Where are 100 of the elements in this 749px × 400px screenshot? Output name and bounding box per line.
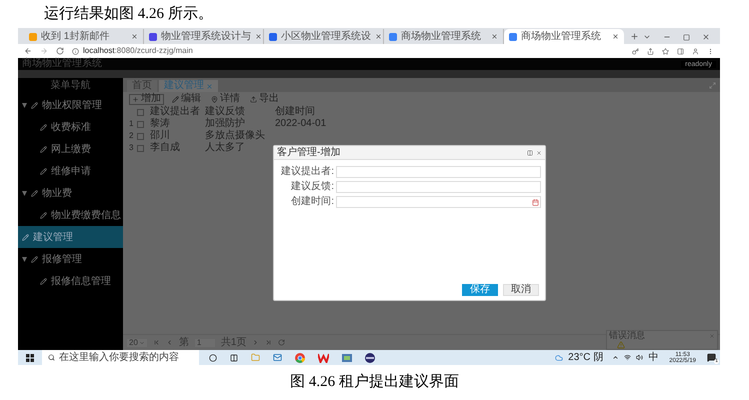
browser-icon[interactable]: [295, 352, 305, 362]
next-page-icon[interactable]: [252, 339, 260, 346]
table-cell: 多放点摄像头: [205, 130, 265, 141]
volume-icon[interactable]: [636, 354, 644, 361]
sidebar-item[interactable]: 维修申请: [18, 160, 123, 182]
table-cell: 人太多了: [205, 142, 245, 153]
input-field[interactable]: [336, 166, 541, 178]
menu-icon[interactable]: [707, 48, 714, 54]
close-icon[interactable]: [612, 33, 619, 40]
intro-text: 运行结果如图 4.26 所示。: [44, 4, 213, 24]
sidebar-item[interactable]: 物业权限管理: [18, 94, 123, 116]
sidebar-item[interactable]: 报修管理: [18, 248, 123, 270]
mail-icon[interactable]: [273, 353, 282, 362]
weather-text[interactable]: 23°C 阴: [568, 352, 604, 362]
pencil-icon: [31, 190, 38, 196]
favicon-icon: [269, 32, 277, 40]
reload-icon[interactable]: [56, 47, 64, 55]
pencil-icon: [31, 256, 38, 262]
new-tab-icon[interactable]: [630, 32, 639, 41]
task-view-icon[interactable]: [230, 354, 238, 362]
table-cell: 黎涛: [150, 118, 170, 129]
close-icon[interactable]: [255, 33, 262, 40]
browser-tab[interactable]: 商场物业管理系统: [504, 29, 624, 44]
side-panel-icon[interactable]: [677, 48, 684, 54]
row-number: 2: [128, 132, 134, 140]
checkbox[interactable]: [137, 108, 144, 116]
network-icon[interactable]: [624, 354, 632, 361]
close-icon[interactable]: [536, 150, 542, 156]
favicon-icon: [29, 32, 37, 40]
column-header[interactable]: 创建时间: [275, 106, 315, 117]
profile-icon[interactable]: [692, 48, 699, 54]
sidebar-item[interactable]: 物业费: [18, 182, 123, 204]
first-page-icon[interactable]: [152, 339, 160, 346]
maximize-icon[interactable]: [527, 150, 533, 156]
column-header[interactable]: 建议反馈: [205, 106, 245, 117]
pencil-icon: [40, 146, 47, 152]
search-icon: [48, 354, 55, 361]
share-icon[interactable]: [647, 48, 654, 54]
popup-title: 错误消息: [609, 332, 645, 340]
toolbar-button[interactable]: 详情: [209, 94, 242, 104]
toolbar-button[interactable]: 导出: [248, 94, 281, 104]
toolbar-icon: [250, 96, 257, 102]
tab-list-icon[interactable]: [643, 33, 651, 41]
star-icon[interactable]: [662, 48, 669, 54]
sidebar-item[interactable]: 建议管理: [18, 226, 123, 248]
page-size-select[interactable]: 20: [127, 338, 147, 346]
close-icon[interactable]: [702, 33, 710, 41]
warning-icon: [617, 341, 625, 349]
toolbar-icon: [211, 96, 218, 102]
field-label: 建议提出者:: [281, 167, 334, 177]
dialog-title: 客户管理-增加: [277, 148, 340, 158]
close-icon[interactable]: [131, 33, 138, 40]
office-app-icon[interactable]: [318, 352, 329, 362]
column-header[interactable]: 建议提出者: [150, 106, 200, 117]
page-field[interactable]: 1: [194, 338, 215, 346]
checkbox[interactable]: [137, 144, 144, 152]
refresh-icon[interactable]: [278, 339, 286, 346]
row-number: 3: [128, 144, 134, 152]
taskbar-search-field[interactable]: 在这里输入你要搜索的内容: [42, 350, 199, 365]
sidebar-item[interactable]: 收费标准: [18, 116, 123, 138]
pencil-icon: [22, 234, 29, 240]
figure-caption: 图 4.26 租户提出建议界面: [290, 372, 459, 392]
weather-icon[interactable]: [555, 354, 564, 362]
checkbox[interactable]: [137, 132, 144, 140]
date-field[interactable]: [336, 196, 541, 208]
app-icon[interactable]: [365, 352, 375, 362]
restore-icon[interactable]: [683, 34, 690, 40]
sidebar-item[interactable]: 物业费缴费信息: [18, 204, 123, 226]
toolbar-button[interactable]: 编辑: [170, 94, 203, 104]
checkbox[interactable]: [137, 120, 144, 128]
back-icon[interactable]: [24, 47, 32, 55]
last-page-icon[interactable]: [265, 339, 272, 346]
pencil-icon: [40, 124, 47, 130]
input-method-indicator[interactable]: 中: [648, 352, 658, 362]
field-label: 建议反馈:: [291, 182, 334, 192]
pencil-icon: [40, 168, 47, 174]
cancel-button[interactable]: 取消: [503, 284, 539, 296]
sidebar-item[interactable]: 网上缴费: [18, 138, 123, 160]
input-field[interactable]: [336, 181, 541, 193]
table-cell: 李自成: [150, 142, 180, 153]
cortana-icon[interactable]: [209, 354, 217, 362]
close-icon[interactable]: [375, 33, 382, 40]
sidebar-item[interactable]: 报修信息管理: [18, 270, 123, 292]
toolbar-icon: [132, 96, 139, 102]
app-title: 商场物业管理系统: [22, 59, 102, 69]
save-button[interactable]: 保存: [462, 284, 498, 296]
info-icon[interactable]: [72, 48, 79, 54]
sidebar-title: 菜单导航: [50, 81, 90, 91]
table-cell: 邵川: [150, 130, 170, 141]
calendar-icon[interactable]: [532, 198, 539, 206]
close-icon[interactable]: [491, 33, 498, 40]
toolbar-icon: [172, 96, 179, 102]
previous-page-icon[interactable]: [166, 339, 173, 346]
key-icon[interactable]: [632, 48, 639, 54]
favicon-icon: [509, 32, 517, 40]
tray-expand-icon[interactable]: [612, 354, 620, 361]
windows-icon[interactable]: [26, 354, 34, 362]
pencil-icon: [40, 278, 47, 284]
toolbar-button[interactable]: 增加: [129, 94, 164, 104]
pencil-icon: [40, 212, 47, 218]
